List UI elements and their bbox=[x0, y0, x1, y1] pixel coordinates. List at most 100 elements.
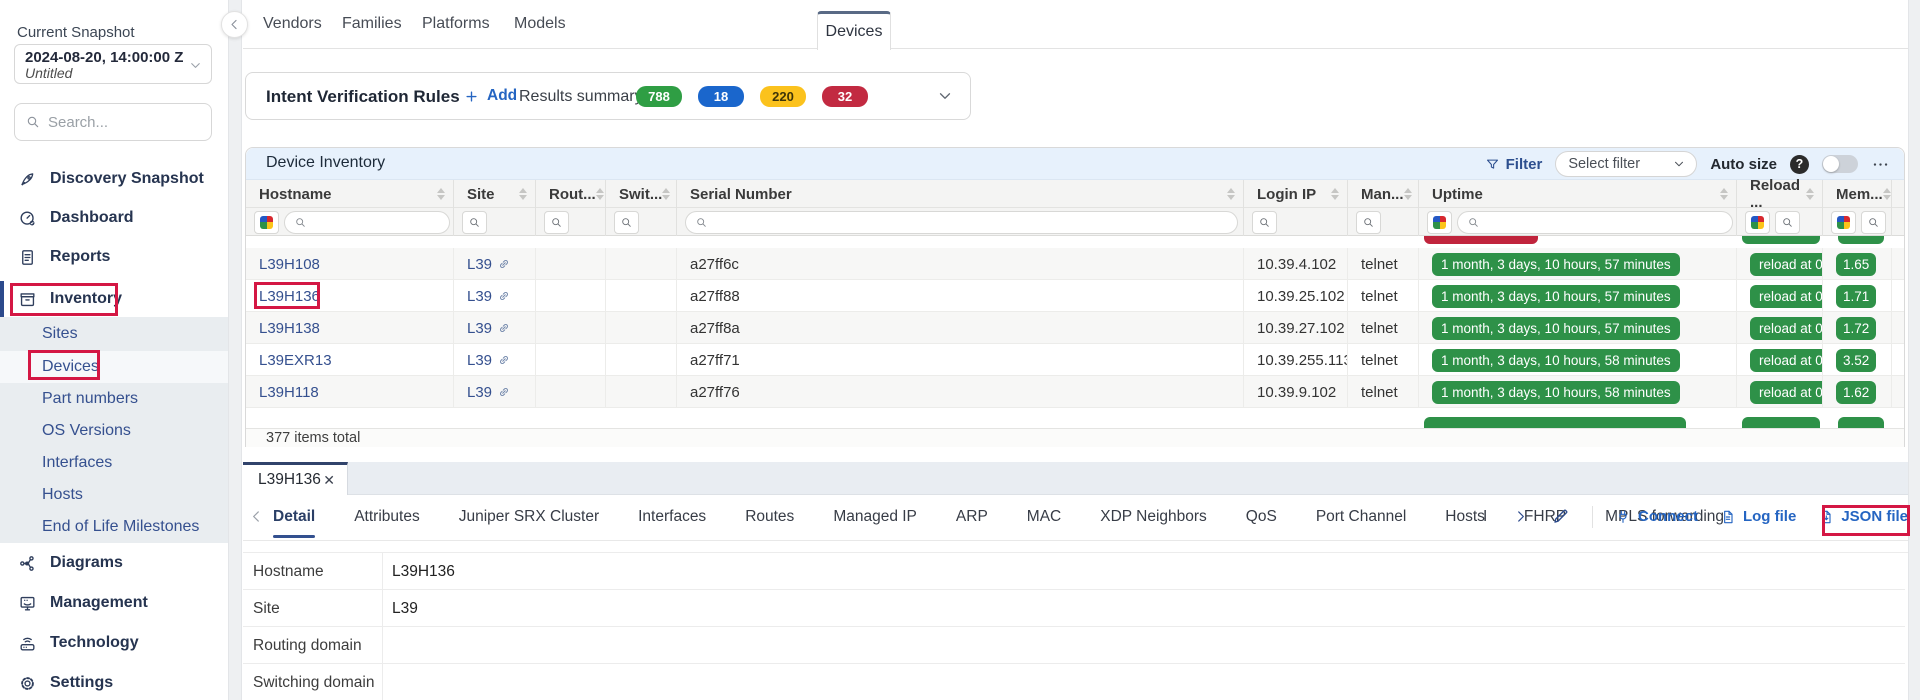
table-row[interactable]: L39H118L39a27ff7610.39.9.102telnet1 mont… bbox=[246, 376, 1904, 408]
close-icon[interactable]: ✕ bbox=[323, 472, 335, 489]
detail-tab-detail[interactable]: Detail bbox=[273, 495, 315, 538]
sort-icon[interactable] bbox=[1720, 188, 1728, 200]
sidebar-item-settings[interactable]: Settings bbox=[0, 665, 228, 700]
table-row[interactable]: L39H136L39a27ff8810.39.25.102telnet1 mon… bbox=[246, 280, 1904, 312]
select-filter-dropdown[interactable]: Select filter bbox=[1555, 151, 1697, 177]
sidebar-item-diagrams[interactable]: Diagrams bbox=[0, 545, 228, 581]
chevron-right-icon[interactable] bbox=[1512, 508, 1529, 525]
site-link[interactable]: L39 bbox=[467, 320, 511, 337]
sidebar-item-os-versions[interactable]: OS Versions bbox=[0, 415, 228, 447]
sort-icon[interactable] bbox=[1227, 188, 1235, 200]
column-search-input[interactable] bbox=[1457, 211, 1733, 234]
hostname-link[interactable]: L39H138 bbox=[259, 320, 320, 337]
sort-icon[interactable] bbox=[596, 188, 604, 200]
sidebar-item-management[interactable]: Management bbox=[0, 585, 228, 621]
column-search-button[interactable] bbox=[1356, 211, 1381, 234]
table-row[interactable]: L39EXR13L39a27ff7110.39.255.113telnet1 m… bbox=[246, 344, 1904, 376]
hostname-link[interactable]: L39H108 bbox=[259, 256, 320, 273]
sidebar-collapse-button[interactable] bbox=[221, 11, 248, 38]
sort-icon[interactable] bbox=[1806, 188, 1814, 200]
column-header-swit[interactable]: Swit... bbox=[606, 180, 677, 208]
sidebar-search[interactable] bbox=[14, 103, 212, 141]
json-file-button[interactable]: JSON file bbox=[1818, 508, 1908, 525]
column-search-field[interactable] bbox=[313, 215, 437, 230]
tab-vendors[interactable]: Vendors bbox=[263, 0, 322, 48]
column-search-field[interactable] bbox=[1486, 215, 1698, 230]
detail-tab-routes[interactable]: Routes bbox=[745, 495, 794, 538]
column-header-login_ip[interactable]: Login IP bbox=[1244, 180, 1348, 208]
sort-icon[interactable] bbox=[1404, 188, 1412, 200]
detail-tab-port-channel[interactable]: Port Channel bbox=[1316, 495, 1406, 538]
color-filter-button[interactable] bbox=[254, 211, 279, 234]
chevron-left-icon[interactable] bbox=[248, 508, 265, 525]
detail-tab-mac[interactable]: MAC bbox=[1027, 495, 1061, 538]
column-search-button[interactable] bbox=[1252, 211, 1277, 234]
sidebar-item-dashboard[interactable]: Dashboard bbox=[0, 200, 228, 236]
detail-tab-managed-ip[interactable]: Managed IP bbox=[833, 495, 917, 538]
column-search-input[interactable] bbox=[284, 211, 450, 234]
sort-icon[interactable] bbox=[1883, 188, 1891, 200]
log-file-button[interactable]: Log file bbox=[1720, 508, 1796, 525]
column-search-button[interactable] bbox=[1775, 211, 1800, 234]
hostname-link[interactable]: L39H136 bbox=[259, 288, 320, 305]
hostname-link[interactable]: L39H118 bbox=[259, 384, 319, 401]
filter-button[interactable]: Filter bbox=[1485, 156, 1543, 173]
detail-tab-juniper-srx-cluster[interactable]: Juniper SRX Cluster bbox=[459, 495, 599, 538]
detail-tab-qos[interactable]: QoS bbox=[1246, 495, 1277, 538]
sidebar-item-end-of-life-milestones[interactable]: End of Life Milestones bbox=[0, 511, 228, 543]
sidebar-item-discovery-snapshot[interactable]: Discovery Snapshot bbox=[0, 161, 228, 197]
sidebar-item-interfaces[interactable]: Interfaces bbox=[0, 447, 228, 479]
color-filter-button[interactable] bbox=[1427, 211, 1452, 234]
detail-tab-hosts[interactable]: Hosts bbox=[1445, 495, 1485, 538]
column-search-button[interactable] bbox=[1861, 211, 1886, 234]
column-search-button[interactable] bbox=[544, 211, 569, 234]
detail-tab-arp[interactable]: ARP bbox=[956, 495, 988, 538]
summary-badge-green[interactable]: 788 bbox=[636, 86, 682, 107]
snapshot-selector[interactable]: 2024-08-20, 14:00:00 Z Untitled bbox=[14, 44, 212, 84]
sidebar-item-part-numbers[interactable]: Part numbers bbox=[0, 383, 228, 415]
tab-devices[interactable]: Devices bbox=[817, 11, 891, 50]
more-options-icon[interactable] bbox=[1871, 155, 1890, 174]
column-search-field[interactable] bbox=[714, 215, 1148, 230]
sidebar-item-hosts[interactable]: Hosts bbox=[0, 479, 228, 511]
tab-families[interactable]: Families bbox=[342, 0, 402, 48]
color-filter-button[interactable] bbox=[1831, 211, 1856, 234]
column-header-rout[interactable]: Rout... bbox=[536, 180, 606, 208]
summary-badge-blue[interactable]: 18 bbox=[698, 86, 744, 107]
search-input[interactable] bbox=[48, 114, 188, 131]
detail-tab-interfaces[interactable]: Interfaces bbox=[638, 495, 706, 538]
column-header-uptime[interactable]: Uptime bbox=[1419, 180, 1737, 208]
hostname-link[interactable]: L39EXR13 bbox=[259, 352, 332, 369]
column-header-site[interactable]: Site bbox=[454, 180, 536, 208]
table-row[interactable]: L39H108L39a27ff6c10.39.4.102telnet1 mont… bbox=[246, 248, 1904, 280]
edit-pencil-icon[interactable] bbox=[1551, 507, 1570, 526]
site-link[interactable]: L39 bbox=[467, 352, 511, 369]
sidebar-item-devices[interactable]: Devices bbox=[0, 351, 228, 383]
column-search-button[interactable] bbox=[614, 211, 639, 234]
summary-badge-red[interactable]: 32 bbox=[822, 86, 868, 107]
chevron-down-icon[interactable] bbox=[936, 87, 954, 105]
column-header-hostname[interactable]: Hostname bbox=[246, 180, 454, 208]
tab-models[interactable]: Models bbox=[514, 0, 566, 48]
column-search-input[interactable] bbox=[685, 211, 1238, 234]
sort-icon[interactable] bbox=[437, 188, 445, 200]
site-link[interactable]: L39 bbox=[467, 384, 511, 401]
column-header-serial[interactable]: Serial Number bbox=[677, 180, 1244, 208]
sort-icon[interactable] bbox=[519, 188, 527, 200]
sort-icon[interactable] bbox=[662, 188, 670, 200]
column-search-button[interactable] bbox=[462, 211, 487, 234]
detail-tab-xdp-neighbors[interactable]: XDP Neighbors bbox=[1100, 495, 1207, 538]
summary-badge-yellow[interactable]: 220 bbox=[760, 86, 806, 107]
table-row[interactable]: L39H138L39a27ff8a10.39.27.102telnet1 mon… bbox=[246, 312, 1904, 344]
auto-size-toggle[interactable] bbox=[1822, 155, 1858, 173]
column-header-reload[interactable]: Reload ... bbox=[1737, 180, 1823, 208]
help-icon[interactable]: ? bbox=[1790, 155, 1809, 174]
device-detail-tab[interactable]: L39H136 ✕ bbox=[243, 462, 348, 495]
color-filter-button[interactable] bbox=[1745, 211, 1770, 234]
detail-tab-attributes[interactable]: Attributes bbox=[354, 495, 419, 538]
sidebar-item-inventory[interactable]: Inventory bbox=[0, 281, 228, 317]
site-link[interactable]: L39 bbox=[467, 288, 511, 305]
add-rule-button[interactable]: Add bbox=[464, 87, 517, 105]
tab-platforms[interactable]: Platforms bbox=[422, 0, 490, 48]
sort-icon[interactable] bbox=[1331, 188, 1339, 200]
